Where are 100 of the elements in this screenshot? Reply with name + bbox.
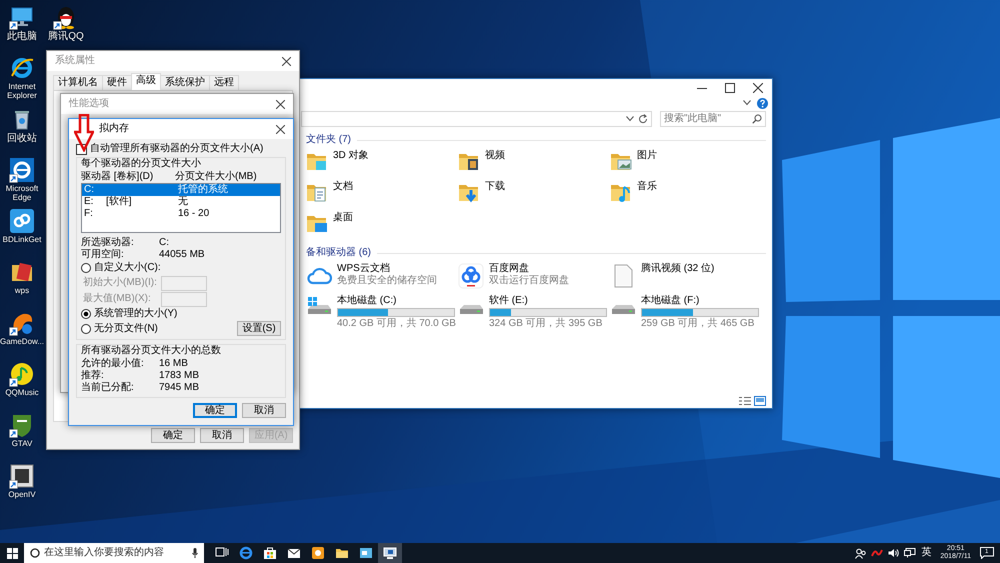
details-view-icon[interactable] [739, 396, 751, 406]
list-row[interactable]: C: 托管的系统 [82, 184, 280, 196]
drive-cell-text: E: [84, 196, 94, 208]
free-space-text: 259 GB 可用，共 465 GB [641, 318, 756, 330]
field-label: 初始大小(MB)(I): [83, 277, 158, 289]
network-icon[interactable] [904, 548, 916, 558]
link-icon[interactable] [9, 208, 35, 234]
tab[interactable]: 高级 [131, 73, 161, 90]
app-icon[interactable] [9, 463, 35, 489]
browser-icon[interactable] [9, 157, 35, 183]
list-row[interactable]: F: 16 - 20 [82, 208, 280, 220]
icon-label: 腾讯QQ [48, 31, 84, 42]
checkbox-label[interactable]: 自动管理所有驱动器的分页文件大小(A) [90, 143, 264, 155]
item-description: 免费且安全的储存空间 [337, 275, 437, 287]
folder-label[interactable]: 下载 [485, 181, 505, 193]
item-label[interactable]: WPS云文档 [337, 263, 437, 275]
tab[interactable]: 远程 [209, 75, 239, 90]
radio-label[interactable]: 自定义大小(C): [94, 262, 161, 274]
window-icon[interactable] [359, 546, 373, 560]
icon-label: Internet Explorer [6, 82, 38, 100]
section-header[interactable]: 备和驱动器 (6) [306, 247, 371, 259]
size-cell-text: 16 - 20 [178, 208, 210, 220]
drive-cell-text: F: [84, 208, 94, 220]
column-header: 分页文件大小(MB) [175, 171, 258, 183]
dialog-button[interactable]: 确定 [151, 428, 195, 443]
chevron-icon[interactable] [743, 100, 751, 106]
window-title: 系统属性 [55, 55, 95, 67]
notification-icon[interactable] [980, 547, 994, 559]
info-label: 允许的最小值: [81, 358, 145, 370]
computer-icon[interactable] [383, 546, 397, 560]
close-icon[interactable] [753, 82, 763, 92]
item-label[interactable]: 腾讯视频 (32 位) [641, 263, 714, 275]
radio-label[interactable]: 无分页文件(N) [94, 322, 158, 334]
radio-button[interactable] [81, 263, 91, 273]
folder-icon[interactable] [335, 546, 349, 560]
radio-button[interactable] [81, 309, 91, 319]
maximize-icon[interactable] [725, 82, 735, 92]
folder-label[interactable]: 图片 [637, 150, 657, 162]
info-label: 可用空间: [81, 249, 125, 261]
label-cell-text: [软件] [106, 196, 133, 208]
search-icon[interactable] [30, 548, 40, 558]
list-row[interactable]: E: [软件] 无 [82, 196, 280, 208]
folder-label[interactable]: 3D 对象 [333, 150, 369, 162]
search-icon[interactable] [752, 114, 762, 124]
folder-label[interactable]: 音乐 [637, 181, 657, 193]
info-value: 16 MB [159, 358, 189, 370]
item-description: 双击运行百度网盘 [489, 275, 569, 287]
tab[interactable]: 计算机名 [53, 75, 103, 90]
dialog-button[interactable]: 取消 [200, 428, 244, 443]
refresh-icon[interactable] [638, 114, 648, 124]
item-label[interactable]: 百度网盘 [489, 263, 569, 275]
close-icon[interactable] [276, 100, 284, 108]
music-icon[interactable] [9, 361, 35, 387]
icon-label: OpenIV [8, 490, 36, 499]
large-icons-view-icon[interactable] [754, 396, 766, 406]
size-cell-text: 无 [178, 196, 189, 208]
icon-label: GTAV [12, 439, 32, 448]
folder-label[interactable]: 桌面 [333, 212, 353, 224]
icon-label: 此电脑 [7, 31, 37, 42]
folder-label[interactable]: 视频 [485, 150, 505, 162]
item-label[interactable]: 本地磁盘 (C:) [337, 295, 456, 307]
group-title: 所有驱动器分页文件大小的总数 [81, 345, 222, 357]
dialog-button[interactable]: 取消 [242, 403, 286, 418]
dialog-button[interactable]: 确定 [193, 403, 237, 418]
close-icon[interactable] [282, 56, 290, 66]
folder-label[interactable]: 文档 [333, 181, 353, 193]
envelope-icon[interactable] [287, 546, 301, 560]
field-label: 最大值(MB)(X): [83, 293, 152, 305]
icon-label: 回收站 [7, 133, 37, 144]
browser-icon[interactable] [9, 55, 35, 81]
dropdown-icon[interactable] [626, 116, 634, 122]
microphone-icon[interactable] [192, 548, 198, 558]
address-field[interactable] [301, 111, 652, 127]
volume-icon[interactable] [888, 548, 900, 558]
window-title: 拟内存 [98, 123, 129, 135]
start-icon[interactable] [6, 548, 18, 558]
set-button[interactable]: 设置(S) [237, 321, 281, 336]
app-icon[interactable] [311, 546, 325, 560]
size-cell-text: 托管的系统 [178, 184, 229, 196]
group-title: 每个驱动器的分页文件大小 [81, 158, 202, 170]
help-icon[interactable] [757, 98, 768, 108]
item-label[interactable]: 本地磁盘 (F:) [641, 295, 759, 307]
input-language[interactable]: 英 [921, 547, 932, 559]
free-space-text: 324 GB 可用，共 395 GB [489, 318, 604, 330]
item-label[interactable]: 软件 (E:) [489, 295, 607, 307]
input-field[interactable] [161, 292, 207, 306]
info-value: 1783 MB [159, 370, 200, 382]
info-label: 当前已分配: [81, 382, 135, 394]
radio-button[interactable] [81, 324, 91, 334]
free-space-text: 40.2 GB 可用，共 70.0 GB [337, 318, 456, 330]
icon-label: BDLinkGet [2, 235, 42, 244]
section-header[interactable]: 文件夹 (7) [306, 134, 351, 146]
radio-label[interactable]: 系统管理的大小(Y) [94, 308, 178, 320]
info-label: 推荐: [81, 370, 105, 382]
icon-label: GameDow... [0, 337, 44, 346]
people-icon[interactable] [855, 548, 866, 558]
info-value: 44055 MB [159, 249, 206, 261]
close-icon[interactable] [276, 124, 284, 134]
input-field[interactable] [161, 276, 207, 290]
shopping-bag-icon[interactable] [263, 546, 277, 560]
